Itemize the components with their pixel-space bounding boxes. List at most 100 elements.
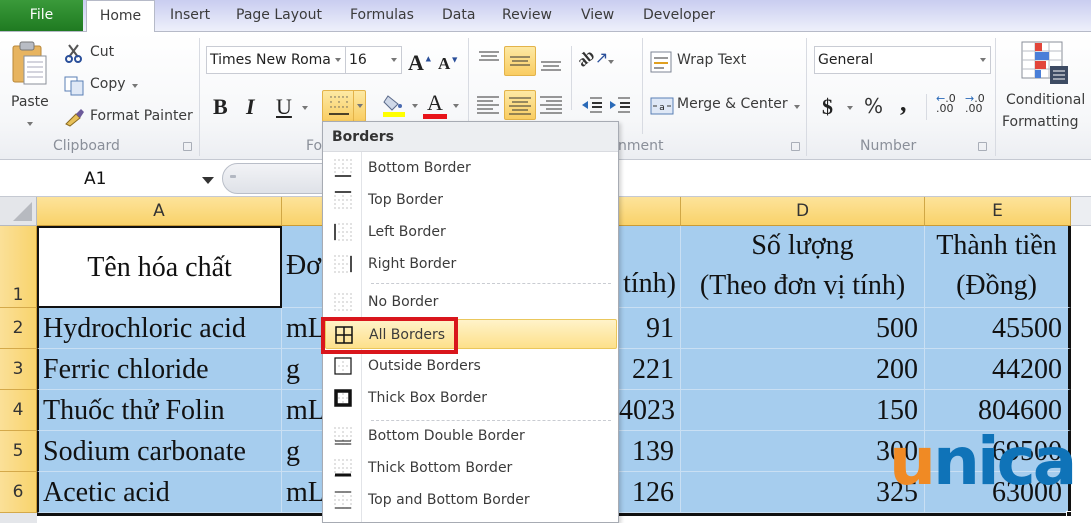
menu-item-bottom-double-border[interactable]: Bottom Double Border [325,421,617,451]
align-center-button[interactable] [504,90,536,120]
tab-view[interactable]: View [581,0,614,32]
row-header-4[interactable]: 4 [0,390,37,431]
decrease-indent-icon[interactable] [580,94,604,116]
row-header-7[interactable] [0,513,37,523]
align-left-icon[interactable] [475,94,501,116]
merge-center-button[interactable]: a Merge & Center [650,94,805,120]
format-painter-button[interactable]: Format Painter [64,106,196,130]
align-middle-button[interactable] [504,46,536,76]
fill-handle[interactable] [1066,511,1072,517]
column-header-c[interactable] [619,197,681,226]
row-header-5[interactable]: 5 [0,431,37,472]
cell-e1[interactable]: Thành tiền (Đồng) [925,226,1071,308]
orientation-dropdown-icon[interactable] [608,60,614,64]
cell-name[interactable]: Acetic acid [37,472,282,513]
font-color-dropdown-icon[interactable] [453,104,459,108]
menu-item-thick-bottom-border[interactable]: Thick Bottom Border [325,453,617,483]
underline-button[interactable]: U [276,94,292,120]
tab-data[interactable]: Data [442,0,475,32]
borders-button[interactable] [322,90,366,122]
cell-total[interactable]: 44200 [925,349,1071,390]
tab-review[interactable]: Review [502,0,552,32]
comma-button[interactable]: , [900,88,907,118]
row-header-1[interactable]: 1 [0,226,37,308]
align-bottom-icon[interactable] [539,56,563,74]
menu-item-right-border[interactable]: Right Border [325,249,617,279]
cell-unit[interactable]: mL [282,390,324,431]
copy-button[interactable]: Copy [64,74,144,98]
cell-name[interactable]: Sodium carbonate [37,431,282,472]
currency-button[interactable]: $ [822,94,833,120]
cell-qty[interactable]: 500 [681,308,925,349]
menu-item-left-border[interactable]: Left Border [325,217,617,247]
alignment-dialog-launcher[interactable] [791,142,800,151]
cell-unit[interactable]: mL [282,472,324,513]
orientation-button[interactable]: ab↗ [574,47,608,71]
cell-a1[interactable]: Tên hóa chất [37,226,282,308]
align-top-icon[interactable] [477,50,501,66]
fill-color-button[interactable] [382,92,412,120]
clipboard-dialog-launcher[interactable] [183,142,192,151]
name-box-dropdown-icon[interactable] [202,177,214,184]
cell-unit[interactable]: g [282,431,324,472]
tab-insert[interactable]: Insert [170,0,210,32]
menu-item-thick-box-border[interactable]: Thick Box Border [325,383,617,413]
cell-price[interactable]: 4023 [619,390,681,431]
cell-c1[interactable]: tính) [619,226,681,308]
tab-formulas[interactable]: Formulas [350,0,414,32]
tab-home[interactable]: Home [86,0,155,33]
column-header-a[interactable]: A [37,197,282,226]
cell-name[interactable]: Hydrochloric acid [37,308,282,349]
wrap-text-button[interactable]: Wrap Text [650,50,760,76]
paste-button[interactable]: Paste [8,36,54,128]
column-header-b[interactable] [282,197,324,226]
font-size-combo[interactable]: 16 [345,46,402,74]
italic-button[interactable]: I [246,94,255,120]
column-header-f[interactable] [1071,197,1091,226]
currency-dropdown-icon[interactable] [847,106,853,110]
row-header-3[interactable]: 3 [0,349,37,390]
bold-button[interactable]: B [213,94,228,120]
menu-item-top-border[interactable]: Top Border [325,185,617,215]
column-header-e[interactable]: E [925,197,1071,226]
font-color-button[interactable]: A [423,90,449,120]
number-format-combo[interactable]: General [814,46,991,74]
increase-indent-icon[interactable] [608,94,632,116]
menu-item-top-and-bottom-border[interactable]: Top and Bottom Border [325,485,617,515]
cell-b1[interactable]: Đơ [282,226,324,308]
tab-developer[interactable]: Developer [643,0,715,32]
borders-dropdown-icon[interactable] [357,104,363,108]
number-dialog-launcher[interactable] [978,142,987,151]
cell-price[interactable]: 126 [619,472,681,513]
underline-dropdown-icon[interactable] [302,106,308,110]
menu-item-bottom-border[interactable]: Bottom Border [325,153,617,183]
cell-unit[interactable]: g [282,349,324,390]
cell-price[interactable]: 221 [619,349,681,390]
menu-item-outside-borders[interactable]: Outside Borders [325,351,617,381]
cell-name[interactable]: Ferric chloride [37,349,282,390]
row-header-2[interactable]: 2 [0,308,37,349]
decrease-decimal-button[interactable]: →.0.00 [965,93,987,114]
percent-button[interactable]: % [864,94,883,118]
cell-price[interactable]: 139 [619,431,681,472]
align-right-icon[interactable] [538,94,564,116]
row-header-6[interactable]: 6 [0,472,37,513]
select-all-button[interactable] [0,197,37,226]
column-header-d[interactable]: D [681,197,925,226]
menu-item-no-border[interactable]: No Border [325,287,617,317]
cell-price[interactable]: 91 [619,308,681,349]
cell-qty[interactable]: 200 [681,349,925,390]
cell-name[interactable]: Thuốc thử Folin [37,390,282,431]
tab-file[interactable]: File [0,0,83,31]
increase-decimal-button[interactable]: ←.0.00 [936,93,958,114]
name-box[interactable]: A1 [0,164,218,194]
shrink-font-button[interactable]: A▼ [438,54,459,74]
cell-d1[interactable]: Số lượng (Theo đơn vị tính) [681,226,925,308]
conditional-formatting-button[interactable]: Conditional Formatting [1000,38,1091,138]
cut-button[interactable]: Cut [64,42,124,66]
font-name-combo[interactable]: Times New Roma [206,46,346,74]
tab-page-layout[interactable]: Page Layout [236,0,322,32]
cell-unit[interactable]: mL [282,308,324,349]
cell-total[interactable]: 45500 [925,308,1071,349]
fill-color-dropdown-icon[interactable] [412,104,418,108]
